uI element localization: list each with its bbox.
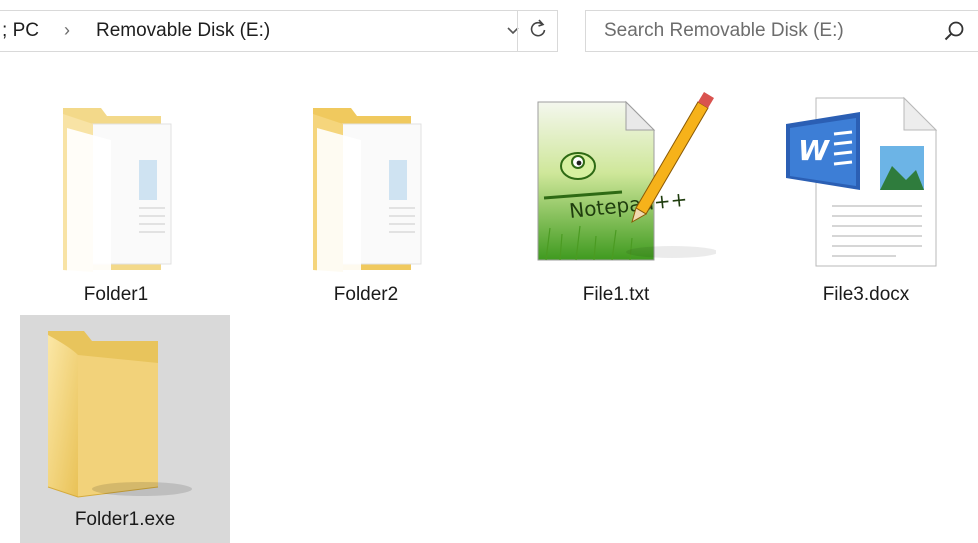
svg-text:W: W [798,134,830,167]
search-input[interactable]: Search Removable Disk (E:) [604,20,844,42]
word-document-icon: W [786,96,938,267]
file-item-folder1[interactable]: Folder1 [11,94,221,322]
breadcrumb-separator-icon[interactable]: › [64,20,70,41]
folder-with-documents-icon [313,108,422,274]
search-icon[interactable] [942,18,968,44]
breadcrumb-current-location[interactable]: Removable Disk (E:) [96,20,270,42]
file-item-folder2[interactable]: Folder2 [261,94,471,322]
address-bar[interactable]: ; PC › Removable Disk (E:) [0,10,558,52]
divider [517,11,518,51]
file-item-label: Folder1.exe [74,509,176,530]
file-item-folder1-exe[interactable]: Folder1.exe [20,315,230,543]
folder-with-documents-icon [63,108,172,274]
folder-icon [47,331,192,498]
refresh-icon[interactable] [524,17,552,45]
file-item-label: Folder1 [83,284,149,305]
breadcrumb-this-pc[interactable]: ; PC [2,20,39,42]
file-item-label: File1.txt [582,284,650,305]
file-item-file3-docx[interactable]: W File3.docx [761,94,971,322]
file-item-label: Folder2 [333,284,399,305]
chevron-down-icon[interactable] [500,20,526,46]
file-item-file1-txt[interactable]: Notepad++ File1.txt [511,92,721,322]
notepad-plus-plus-file-icon: Notepad++ [537,92,716,261]
file-item-label: File3.docx [822,284,910,305]
search-box[interactable]: Search Removable Disk (E:) [585,10,978,52]
